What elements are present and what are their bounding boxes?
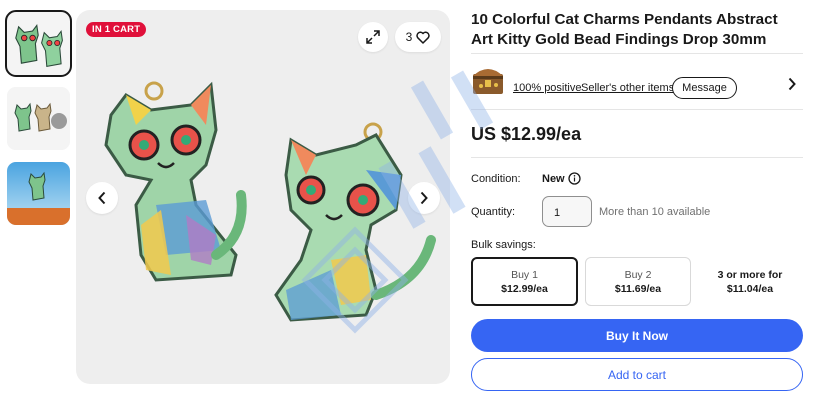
- chevron-right-icon: [420, 191, 428, 205]
- cat-charms-image: [104, 81, 436, 322]
- product-title: 10 Colorful Cat Charms Pendants Abstract…: [471, 11, 778, 48]
- next-image-button[interactable]: [408, 182, 440, 214]
- divider: [471, 157, 803, 158]
- divider: [471, 109, 803, 110]
- message-button[interactable]: Message: [672, 77, 737, 99]
- add-to-cart-button[interactable]: Add to cart: [471, 358, 803, 391]
- watch-button[interactable]: 3: [395, 22, 441, 52]
- divider: [471, 53, 803, 54]
- tier-price: $11.04/ea: [726, 282, 774, 295]
- chevron-left-icon: [98, 191, 106, 205]
- buy-it-now-button[interactable]: Buy It Now: [471, 319, 803, 352]
- expand-button[interactable]: [358, 22, 388, 52]
- condition-label: Condition:: [471, 173, 521, 185]
- quantity-input[interactable]: 1: [542, 196, 592, 227]
- heart-icon: [416, 31, 430, 44]
- availability-text: More than 10 available: [599, 206, 711, 218]
- chevron-right-icon[interactable]: [787, 77, 797, 91]
- info-icon[interactable]: [568, 172, 581, 185]
- seller-card: 100% positive · Seller's other items Mes…: [471, 62, 803, 102]
- bulk-savings-label: Bulk savings:: [471, 239, 536, 251]
- separator-dot: ·: [575, 82, 579, 94]
- seller-avatar-icon[interactable]: [471, 64, 505, 96]
- thumbnail-strip: [5, 10, 72, 237]
- sellers-other-items-link[interactable]: Seller's other items: [581, 82, 674, 94]
- cat-pendant-coin-thumbnail-icon: [7, 87, 70, 150]
- item-price: US $12.99/ea: [471, 124, 582, 144]
- previous-image-button[interactable]: [86, 182, 118, 214]
- tier-quantity: Buy 2: [624, 268, 652, 281]
- cat-pendant-scene-thumbnail-icon: [7, 162, 70, 225]
- cat-pendant-pair-thumbnail-icon: [7, 12, 70, 75]
- condition-value: New: [542, 173, 565, 185]
- watch-count: 3: [405, 30, 413, 44]
- quantity-label: Quantity:: [471, 206, 516, 218]
- tier-price: $11.69/ea: [614, 282, 662, 295]
- bulk-tier-2[interactable]: Buy 2 $11.69/ea: [585, 257, 691, 306]
- tier-quantity: Buy 1: [511, 268, 538, 281]
- thumbnail-2[interactable]: [7, 87, 70, 150]
- seller-feedback-link[interactable]: 100% positive: [513, 82, 582, 94]
- bulk-tier-1[interactable]: Buy 1 $12.99/ea: [471, 257, 578, 306]
- tier-price: $12.99/ea: [501, 282, 548, 295]
- expand-icon: [366, 30, 380, 44]
- thumbnail-3[interactable]: [7, 162, 70, 225]
- bulk-savings-options: Buy 1 $12.99/ea Buy 2 $11.69/ea 3 or mor…: [471, 257, 803, 307]
- in-cart-badge: IN 1 CART: [86, 22, 147, 37]
- item-panel: 10 Colorful Cat Charms Pendants Abstract…: [471, 10, 803, 50]
- bulk-tier-3[interactable]: 3 or more for $11.04/ea: [697, 257, 803, 306]
- main-image[interactable]: IN 1 CART 3: [76, 10, 450, 384]
- tier-quantity: 3 or more for: [717, 268, 783, 281]
- thumbnail-1[interactable]: [5, 10, 72, 77]
